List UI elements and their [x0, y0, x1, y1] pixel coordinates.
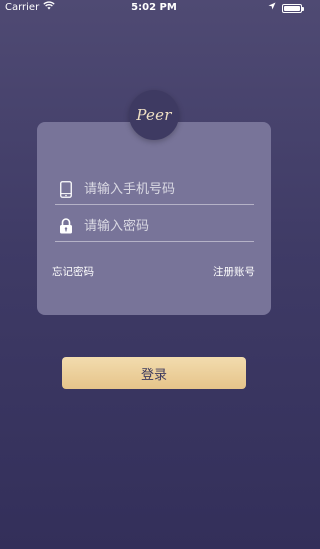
phone-field [55, 174, 254, 205]
phone-input[interactable] [84, 177, 254, 201]
status-right [268, 0, 304, 16]
login-button[interactable]: 登录 [62, 357, 246, 389]
battery-icon [282, 3, 304, 13]
password-field [55, 211, 254, 242]
location-arrow-icon [268, 0, 276, 16]
status-bar: Carrier 5:02 PM [0, 0, 308, 16]
forgot-password-link[interactable]: 忘记密码 [52, 264, 94, 279]
login-card: 忘记密码 注册账号 [37, 122, 271, 315]
status-time: 5:02 PM [131, 2, 177, 13]
password-input[interactable] [84, 214, 254, 238]
logo-text: Peer [136, 106, 172, 124]
app-logo: Peer [129, 90, 179, 140]
register-link[interactable]: 注册账号 [213, 264, 255, 279]
battery-level [284, 5, 300, 11]
phone-icon [55, 178, 77, 200]
lock-icon [55, 215, 77, 237]
